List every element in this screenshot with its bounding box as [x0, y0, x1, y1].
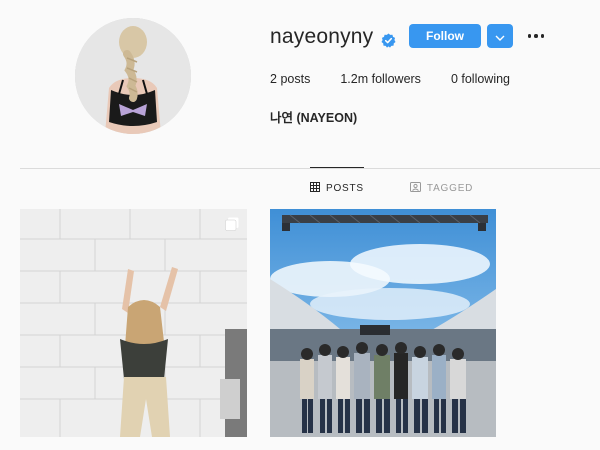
chevron-down-icon	[495, 29, 505, 44]
tab-posts-label: POSTS	[326, 182, 364, 194]
followers-label: followers	[371, 72, 421, 86]
tagged-icon	[409, 181, 421, 195]
profile-stats: 2 posts 1.2m followers 0 following	[270, 72, 510, 86]
tab-tagged[interactable]: TAGGED	[409, 168, 474, 208]
profile-header: nayeonyny	[270, 25, 396, 49]
following-count: 0	[450, 72, 458, 86]
following-label: following	[461, 72, 511, 86]
verified-badge-icon	[381, 30, 396, 48]
grid-icon	[310, 181, 320, 195]
posts-stat: 2 posts	[270, 72, 310, 86]
tab-tagged-label: TAGGED	[426, 182, 474, 194]
post-thumbnail[interactable]	[20, 209, 247, 437]
multiple-photos-icon	[225, 217, 239, 231]
full-name: 나연 (NAYEON)	[270, 111, 358, 125]
followers-count: 1.2m	[340, 72, 369, 86]
suggestions-dropdown-button[interactable]	[487, 24, 513, 48]
following-stat[interactable]: 0 following	[451, 72, 510, 86]
follow-button[interactable]: Follow	[409, 24, 481, 48]
profile-tabs: POSTS TAGGED	[310, 167, 474, 208]
tab-posts[interactable]: POSTS	[310, 167, 364, 208]
posts-label: posts	[280, 72, 311, 86]
followers-stat[interactable]: 1.2m followers	[340, 72, 421, 86]
username: nayeonyny	[270, 25, 374, 48]
more-options-button[interactable]	[524, 26, 548, 46]
posts-count: 2	[270, 72, 277, 86]
post-thumbnail[interactable]	[270, 209, 496, 437]
more-options-icon	[527, 34, 545, 38]
profile-avatar[interactable]	[75, 18, 191, 134]
